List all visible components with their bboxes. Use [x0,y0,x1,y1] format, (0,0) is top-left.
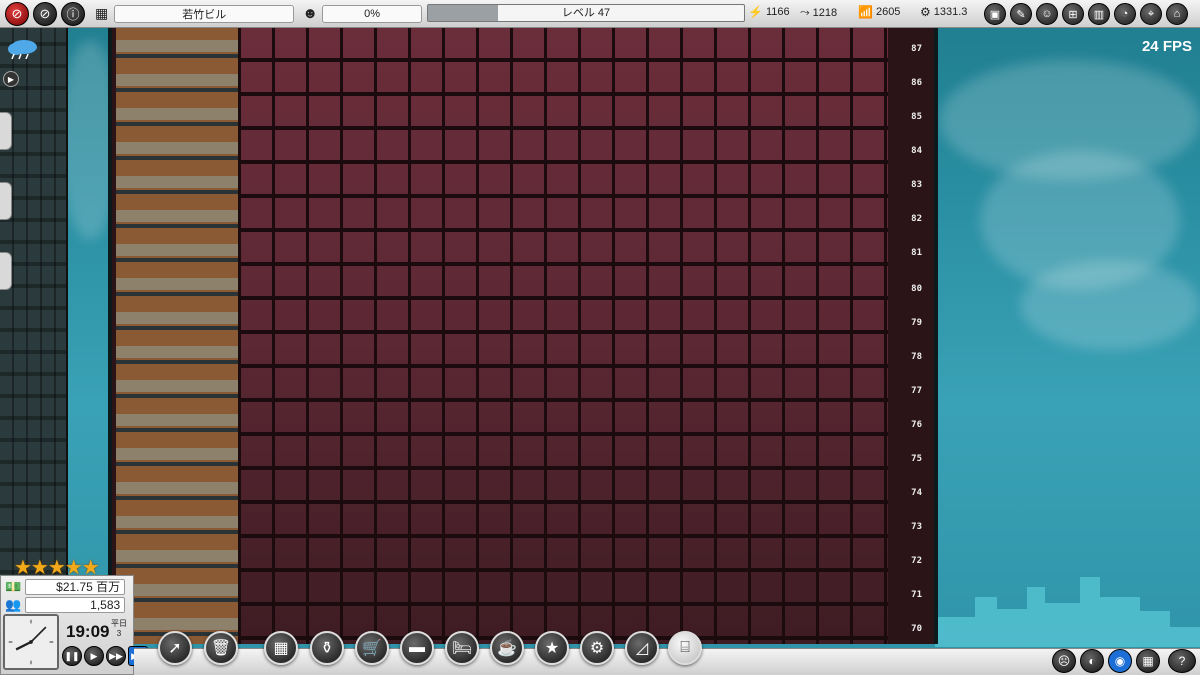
day-type: 平日 [111,619,127,628]
no-entry-icon[interactable]: ⊘ [33,1,57,26]
floor-label: 81 [911,248,922,258]
grid-icon[interactable]: ▦ [1136,649,1160,673]
floor-label: 71 [911,590,922,600]
stars-icon[interactable]: ★ [535,631,569,665]
people-icon: 👥 [5,597,22,612]
pause-icon[interactable]: ❚❚ [62,646,82,666]
help-icon[interactable]: ? [1168,649,1196,673]
bar-chart-icon[interactable]: ▥ [1088,3,1110,25]
building-name: 若竹ビル [182,8,227,21]
home-icon[interactable]: ⌂ [1166,3,1188,25]
side-tab-3[interactable] [0,252,12,290]
floor-label: 78 [911,352,922,362]
no-entry-icon[interactable]: ⊘ [5,1,29,26]
service-column[interactable] [116,24,238,644]
signal-stat: 📶 2605 [858,5,900,19]
money-row: 💵 $21.75 百万 [5,579,126,595]
smiley-icon: ☻ [302,5,319,22]
water-stat: ⤳ 1218 [800,5,837,20]
water-tap-icon: ⤳ [800,5,810,19]
bed-icon[interactable]: 🛏 [445,631,479,665]
clock-time: 19:09 [66,622,110,641]
floor-label: 83 [911,180,922,190]
floor-label: 82 [911,214,922,224]
sad-face-icon[interactable]: ☹ [1052,649,1076,673]
level-label: レベル 47 [561,7,611,19]
trash-icon[interactable]: 🗑 [204,631,238,665]
stairs-icon[interactable]: ◿ [625,631,659,665]
money-value: $21.75 百万 [25,579,126,595]
day-number: 3 [116,629,122,638]
water-value: 1218 [812,6,838,19]
population-row: 👥 1,583 [5,597,126,613]
day-info: 平日 3 [111,619,127,639]
rain-cloud-icon [8,40,37,60]
power-stat: ⚡ 1166 [748,5,790,19]
side-tab-1[interactable] [0,112,12,150]
gear-icon[interactable]: ⚙ [580,631,614,665]
fast-forward-icon[interactable]: ▶▶ [106,646,126,666]
sofa-icon[interactable]: ▬ [400,631,434,665]
power-value: 1166 [765,6,790,18]
wrench-icon[interactable]: ✎ [1010,3,1032,25]
floor-label: 72 [911,556,922,566]
lantern-icon[interactable]: ⌸ [668,631,702,665]
contrast-icon[interactable]: ◐ [1080,649,1104,673]
neighbor-building [0,24,68,589]
people-icon[interactable]: ☺ [1036,3,1058,25]
floor-label: 80 [911,284,922,294]
floor-label: 73 [911,522,922,532]
side-tab-2[interactable] [0,182,12,220]
floor-label: 77 [911,386,922,396]
satisfaction-field: 0% [322,4,423,23]
play-icon[interactable]: ▶ [84,646,104,666]
floor-label: 70 [911,624,922,634]
lightning-icon: ⚡ [748,5,763,19]
floor-label: 87 [911,44,922,54]
floor-labels: 87 86 85 84 83 82 81 80 79 78 77 76 75 7… [886,24,926,644]
floor-label: 79 [911,318,922,328]
gear-stat-icon: ⚙ [920,5,931,19]
mop-bucket-icon[interactable]: ⚱ [310,631,344,665]
hierarchy-icon[interactable]: ⊞ [1062,3,1084,25]
pin-icon[interactable]: ⌖ [1140,3,1162,25]
pie-chart-icon[interactable]: ◔ [1114,3,1136,25]
floor-label: 85 [911,112,922,122]
cart-icon[interactable]: 🛒 [355,631,389,665]
building-icon: ▦ [95,5,109,21]
cursor-icon[interactable]: ➚ [158,631,192,665]
analog-clock [3,614,59,670]
room-grid[interactable] [238,24,888,644]
box-icon[interactable]: ▣ [984,3,1006,25]
floor-label: 84 [911,146,922,156]
city-skyline [935,567,1200,647]
fps-counter: 24 FPS [1141,38,1192,55]
eye-icon[interactable]: ◉ [1108,649,1132,673]
expand-arrow-icon[interactable]: ▶ [3,71,19,87]
signal-value: 2605 [875,6,901,18]
floor-label: 75 [911,454,922,464]
floor-label: 86 [911,78,922,88]
add-room-icon[interactable]: ▦ [264,631,298,665]
level-progress-bar: レベル 47 [427,4,745,22]
coffee-icon[interactable]: ☕ [490,631,524,665]
heat-stat: ⚙ 1331.3 [920,5,967,19]
satisfaction-value: 0% [364,7,380,20]
money-icon: 💵 [5,579,22,594]
population-value: 1,583 [25,597,126,613]
antenna-icon: 📶 [858,5,873,19]
heat-value: 1331.3 [933,6,968,18]
info-icon[interactable]: ⓘ [61,1,85,26]
tower-building[interactable]: 87 86 85 84 83 82 81 80 79 78 77 76 75 7… [108,24,938,644]
floor-label: 74 [911,488,922,498]
building-name-field[interactable]: 若竹ビル [114,4,295,23]
floor-label: 76 [911,420,922,430]
